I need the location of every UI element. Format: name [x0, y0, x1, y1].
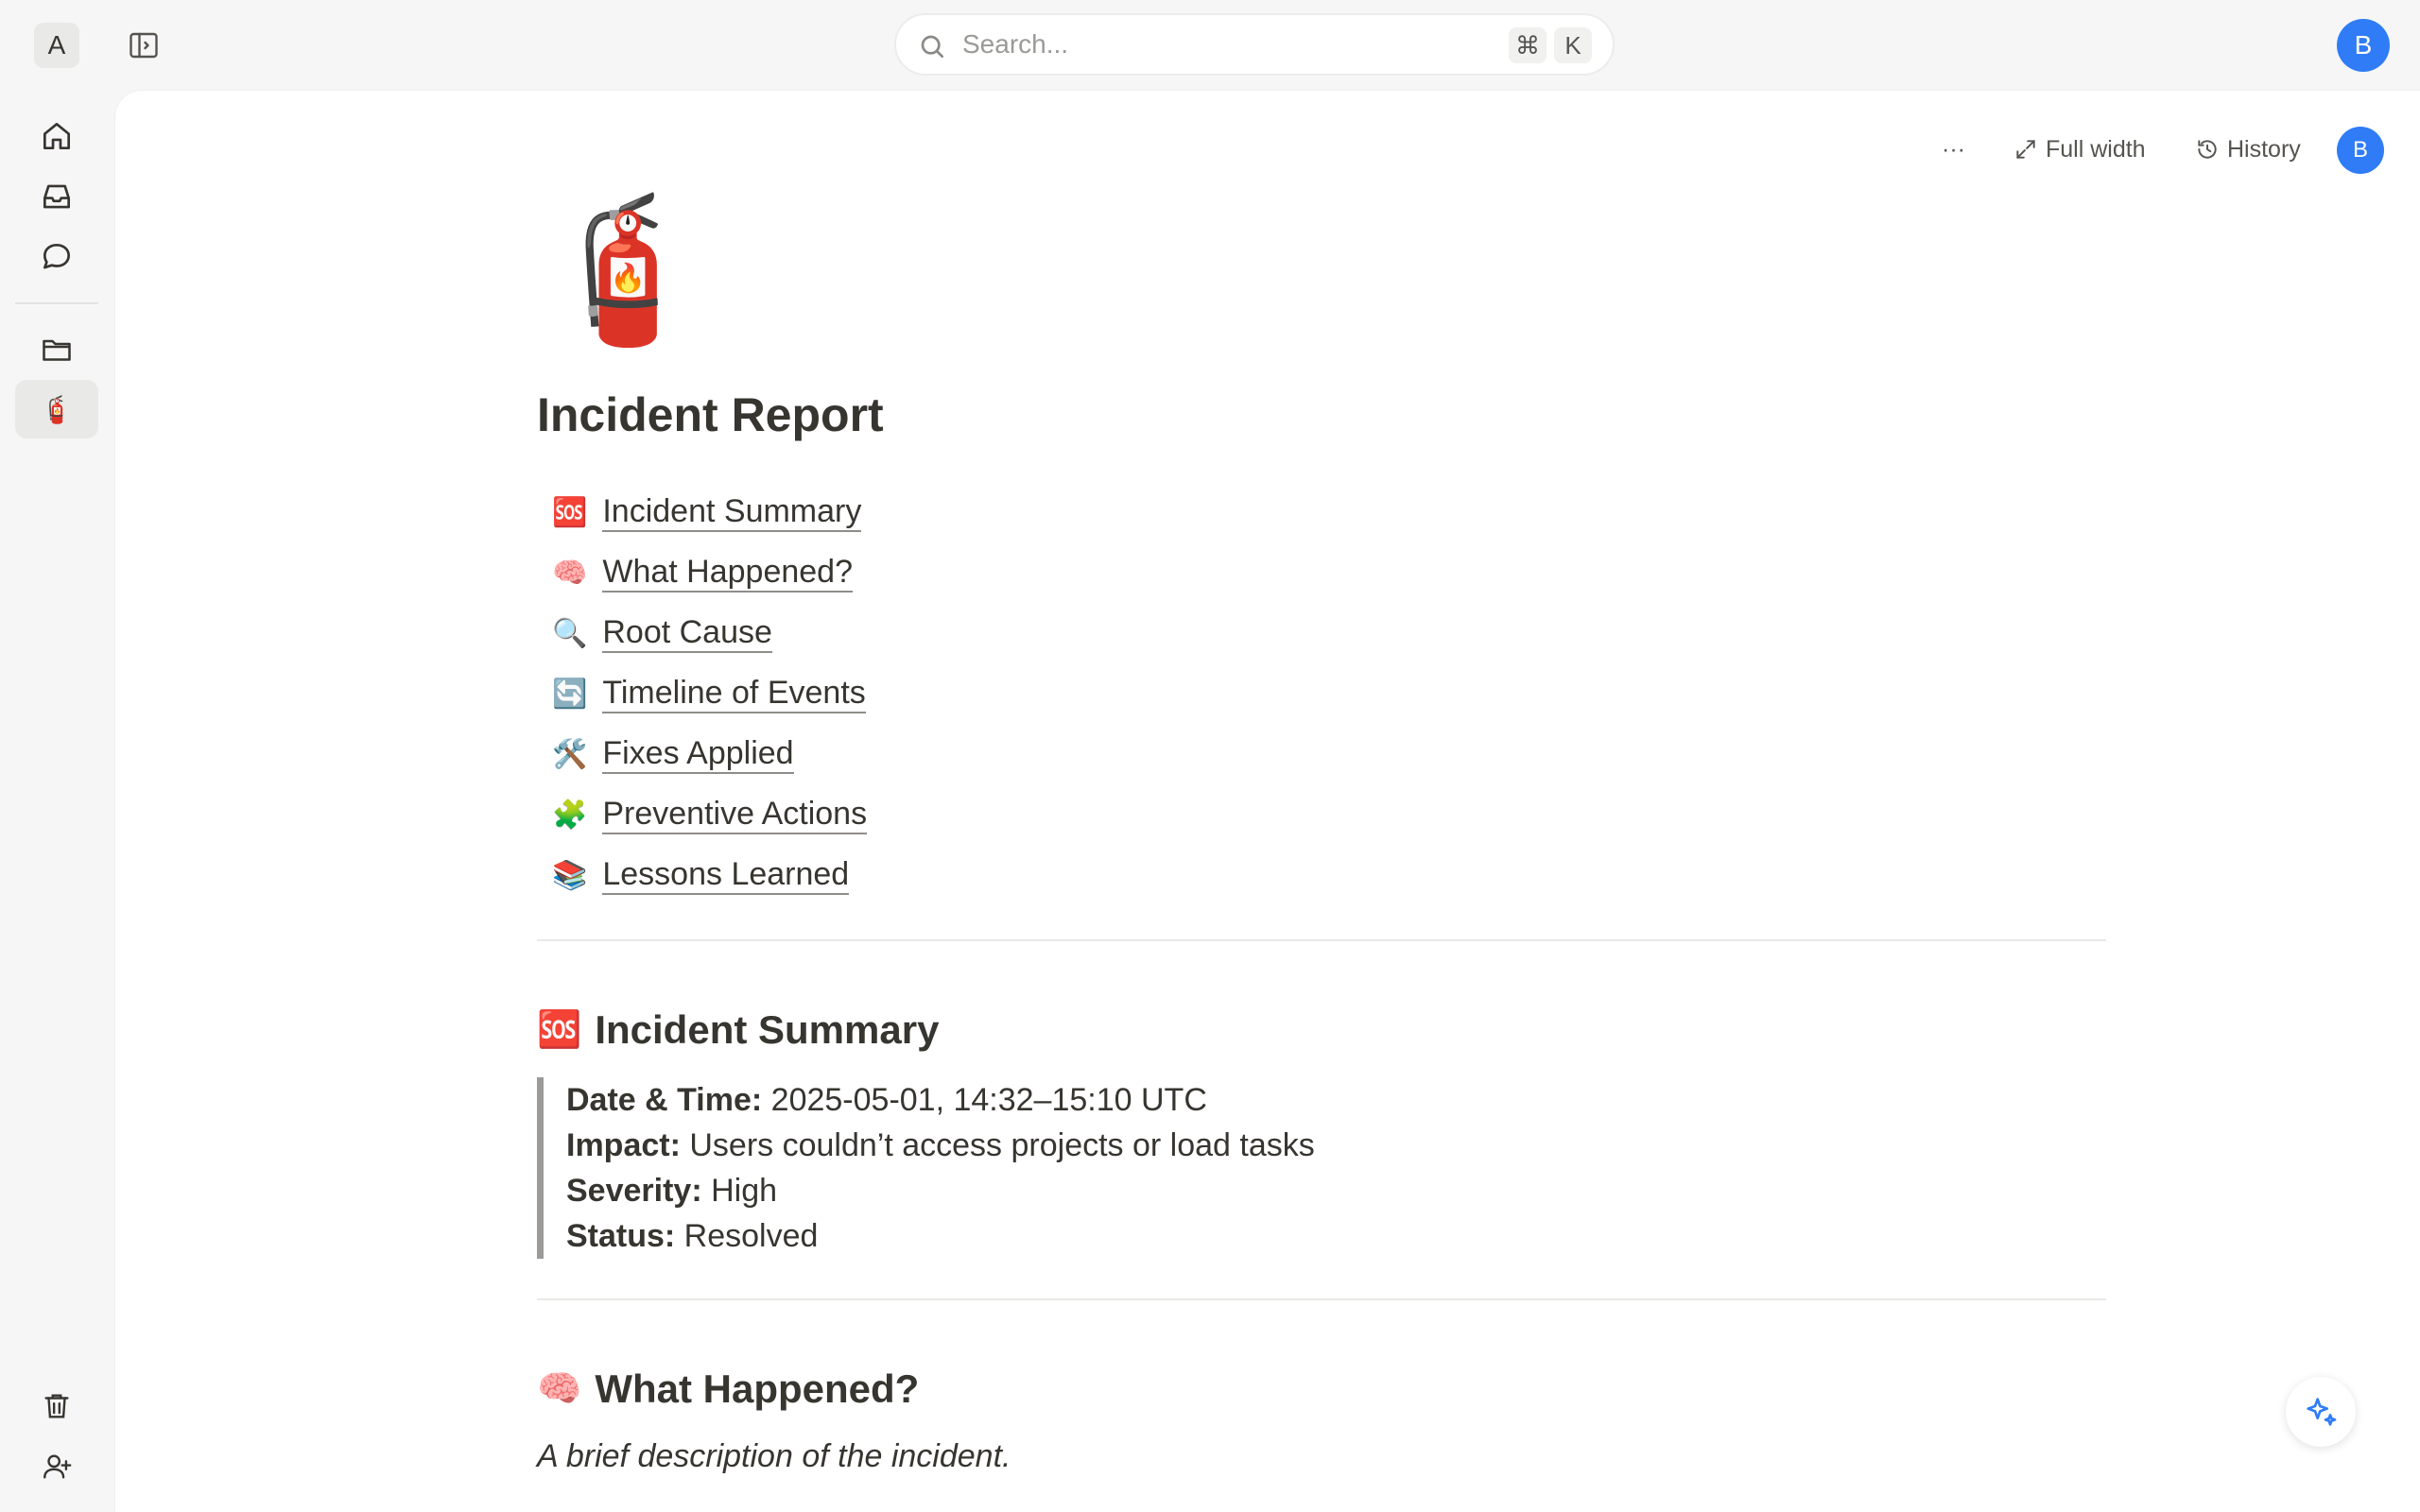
sos-icon: 🆘 — [537, 1010, 582, 1050]
what-happened-description[interactable]: A brief description of the incident. — [537, 1438, 2106, 1475]
toc-item-what-happened[interactable]: 🧠 What Happened? — [552, 542, 853, 603]
history-icon — [2198, 140, 2217, 159]
toc-item-label: Lessons Learned — [602, 855, 850, 895]
sos-icon: 🆘 — [552, 496, 588, 528]
folder-icon[interactable] — [38, 331, 76, 369]
summary-key: Date & Time: — [566, 1082, 763, 1118]
heading-text: What Happened? — [595, 1366, 920, 1411]
brain-icon: 🧠 — [537, 1369, 582, 1409]
summary-value: Resolved — [675, 1218, 819, 1254]
brain-icon: 🧠 — [552, 557, 588, 589]
chat-icon[interactable] — [38, 238, 76, 276]
summary-row-date: Date & Time: 2025-05-01, 14:32–15:10 UTC — [566, 1077, 2106, 1123]
sparkle-icon — [2307, 1398, 2337, 1426]
page-collaborator-avatar[interactable]: B — [2337, 127, 2384, 174]
toc-item-label: Preventive Actions — [602, 795, 868, 834]
books-icon: 📚 — [552, 859, 588, 891]
summary-callout[interactable]: Date & Time: 2025-05-01, 14:32–15:10 UTC… — [537, 1077, 2106, 1259]
toc-item-label: Root Cause — [602, 613, 772, 653]
inbox-icon[interactable] — [38, 178, 76, 215]
toc-item-label: Timeline of Events — [602, 674, 866, 713]
toc-item-timeline[interactable]: 🔄 Timeline of Events — [552, 663, 866, 724]
trash-icon[interactable] — [38, 1387, 76, 1425]
heading-incident-summary[interactable]: 🆘 Incident Summary — [537, 1007, 2106, 1053]
page-content: 🧯 Incident Report 🆘 Incident Summary 🧠 Wha… — [537, 198, 2106, 1475]
summary-key: Severity: — [566, 1173, 702, 1209]
tools-icon: 🛠️ — [552, 738, 588, 770]
workspace-switcher[interactable]: A — [34, 23, 79, 68]
cycle-icon: 🔄 — [552, 678, 588, 710]
home-icon[interactable] — [38, 117, 76, 155]
summary-key: Impact: — [566, 1127, 681, 1163]
toc-item-label: Incident Summary — [602, 492, 862, 532]
magnifier-icon: 🔍 — [552, 617, 588, 649]
invite-user-icon[interactable] — [38, 1448, 76, 1486]
full-width-button[interactable]: Full width — [2014, 132, 2146, 166]
toc-item-lessons-learned[interactable]: 📚 Lessons Learned — [552, 845, 850, 905]
summary-row-impact: Impact: Users couldn’t access projects o… — [566, 1123, 2106, 1168]
top-bar: A Search... ⌘ K B — [0, 0, 2420, 91]
ai-assistant-button[interactable] — [2286, 1377, 2356, 1447]
divider — [537, 939, 2106, 941]
toc-item-fixes-applied[interactable]: 🛠️ Fixes Applied — [552, 724, 794, 784]
summary-value: 2025-05-01, 14:32–15:10 UTC — [762, 1082, 1207, 1118]
shortcut-command-key: ⌘ — [1509, 27, 1547, 63]
user-avatar[interactable]: B — [2337, 19, 2390, 72]
toc-item-incident-summary[interactable]: 🆘 Incident Summary — [552, 482, 862, 542]
summary-value: Users couldn’t access projects or load t… — [680, 1127, 1315, 1163]
table-of-contents: 🆘 Incident Summary 🧠 What Happened? 🔍 Root … — [552, 482, 2106, 905]
sidebar-toggle-icon[interactable] — [127, 28, 161, 62]
rail-divider — [15, 302, 98, 304]
page-icon[interactable]: 🧯 — [537, 198, 2106, 359]
fire-extinguisher-icon: 🧯 — [40, 394, 74, 424]
summary-key: Status: — [566, 1218, 676, 1254]
history-label: History — [2227, 135, 2301, 163]
more-options-button[interactable]: ··· — [1942, 132, 1965, 166]
full-width-label: Full width — [2046, 135, 2146, 163]
summary-row-severity: Severity: High — [566, 1168, 2106, 1213]
summary-row-status: Status: Resolved — [566, 1213, 2106, 1259]
search-bar[interactable]: Search... ⌘ K — [894, 13, 1615, 76]
heading-text: Incident Summary — [595, 1007, 940, 1052]
heading-what-happened[interactable]: 🧠 What Happened? — [537, 1366, 2106, 1412]
toc-item-root-cause[interactable]: 🔍 Root Cause — [552, 603, 772, 663]
search-icon — [917, 31, 947, 61]
summary-value: High — [701, 1173, 778, 1209]
puzzle-icon: 🧩 — [552, 799, 588, 831]
toc-item-label: Fixes Applied — [602, 734, 794, 774]
more-icon: ··· — [1942, 135, 1965, 163]
divider — [537, 1298, 2106, 1300]
toc-item-label: What Happened? — [602, 553, 853, 593]
expand-icon — [2016, 140, 2035, 159]
page-title[interactable]: Incident Report — [537, 387, 2106, 442]
search-placeholder: Search... — [962, 29, 1069, 59]
shortcut-k-key: K — [1554, 27, 1592, 63]
history-button[interactable]: History — [2195, 132, 2301, 166]
toc-item-preventive-actions[interactable]: 🧩 Preventive Actions — [552, 784, 868, 845]
